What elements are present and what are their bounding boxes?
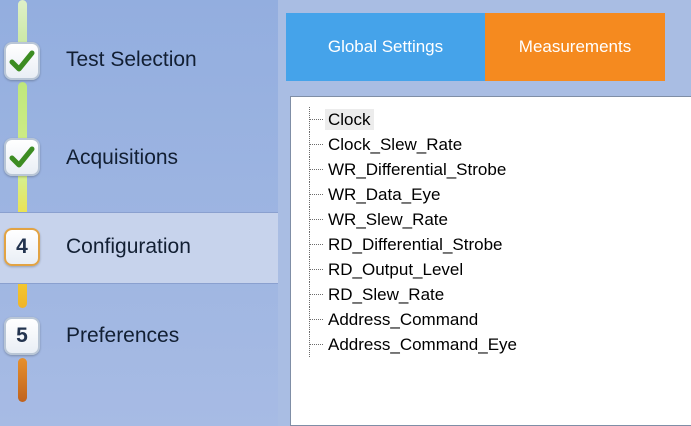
step-label: Test Selection (66, 48, 197, 71)
check-icon (9, 146, 35, 168)
tree-item-wr-differential-strobe[interactable]: WR_Differential_Strobe (309, 157, 520, 182)
step-label: Acquisitions (66, 146, 179, 169)
tree-item-wr-slew-rate[interactable]: WR_Slew_Rate (309, 207, 520, 232)
step-label: Configuration (66, 235, 191, 258)
check-icon (9, 50, 35, 72)
step-complete-badge (4, 42, 40, 80)
tree-item-clock-slew-rate[interactable]: Clock_Slew_Rate (309, 132, 520, 157)
tree-list: Clock Clock_Slew_Rate WR_Differential_St… (309, 107, 520, 357)
tree-item-address-command-eye[interactable]: Address_Command_Eye (309, 332, 520, 357)
measurement-tree[interactable]: Clock Clock_Slew_Rate WR_Differential_St… (290, 96, 691, 426)
step-label: Preferences (66, 324, 180, 347)
tab-bar: Global Settings Measurements (286, 13, 665, 81)
tree-item-rd-differential-strobe[interactable]: RD_Differential_Strobe (309, 232, 520, 257)
step-acquisitions[interactable]: Acquisitions (0, 120, 278, 192)
step-preferences[interactable]: 5 Preferences (0, 302, 278, 374)
tree-item-rd-slew-rate[interactable]: RD_Slew_Rate (309, 282, 520, 307)
tree-item-wr-data-eye[interactable]: WR_Data_Eye (309, 182, 520, 207)
tree-item-address-command[interactable]: Address_Command (309, 307, 520, 332)
tab-measurements[interactable]: Measurements (485, 13, 665, 81)
step-number: 4 (16, 235, 28, 258)
step-navigator: Test Selection Acquisitions 4 Configurat… (0, 0, 278, 426)
tab-global-settings[interactable]: Global Settings (286, 13, 485, 81)
tree-item-rd-output-level[interactable]: RD_Output_Level (309, 257, 520, 282)
step-test-selection[interactable]: Test Selection (0, 24, 278, 96)
tree-item-clock[interactable]: Clock (309, 107, 520, 132)
step-configuration[interactable]: 4 Configuration (0, 212, 278, 284)
step-complete-badge (4, 138, 40, 176)
step-number-badge: 5 (4, 317, 40, 355)
step-number: 5 (16, 324, 28, 347)
step-number-badge: 4 (4, 228, 40, 266)
configuration-panel: Global Settings Measurements Clock Clock… (278, 0, 691, 426)
